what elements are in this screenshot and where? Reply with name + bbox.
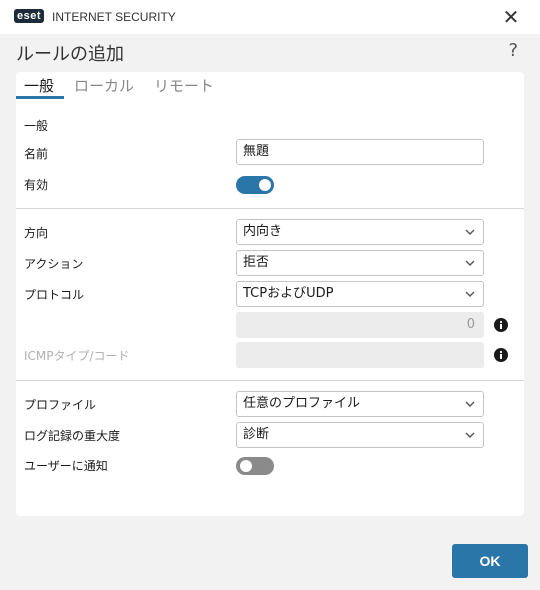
chevron-down-icon bbox=[465, 401, 475, 407]
toggle-knob bbox=[240, 460, 252, 472]
log-severity-value: 診断 bbox=[243, 427, 270, 442]
chevron-down-icon bbox=[465, 229, 475, 235]
chevron-down-icon bbox=[465, 291, 475, 297]
icmp-label: ICMPタイプ/コード bbox=[24, 349, 130, 363]
divider bbox=[16, 380, 524, 381]
active-tab-indicator bbox=[16, 96, 64, 99]
notify-user-label: ユーザーに通知 bbox=[24, 459, 108, 473]
ok-button[interactable]: OK bbox=[452, 544, 528, 578]
protocol-number-input: 0 bbox=[236, 312, 484, 338]
chevron-down-icon bbox=[465, 260, 475, 266]
enabled-toggle[interactable] bbox=[236, 176, 274, 194]
rule-panel: 一般 ローカル リモート 一般 名前 無題 有効 方向 内向き アクション 拒否… bbox=[16, 72, 524, 516]
action-label: アクション bbox=[24, 257, 84, 271]
protocol-value: TCPおよびUDP bbox=[243, 286, 334, 301]
help-icon[interactable]: ? bbox=[508, 40, 518, 61]
dialog-title: ルールの追加 bbox=[16, 44, 124, 65]
notify-user-toggle[interactable] bbox=[236, 457, 274, 475]
divider bbox=[16, 208, 524, 209]
profile-label: プロファイル bbox=[24, 398, 97, 412]
chevron-down-icon bbox=[465, 432, 475, 438]
title-bar: eset INTERNET SECURITY ✕ bbox=[0, 0, 540, 34]
log-severity-label: ログ記録の重大度 bbox=[24, 429, 121, 443]
enabled-label: 有効 bbox=[24, 178, 49, 192]
direction-value: 内向き bbox=[243, 224, 283, 239]
protocol-select[interactable]: TCPおよびUDP bbox=[236, 281, 484, 307]
action-select[interactable]: 拒否 bbox=[236, 250, 484, 276]
protocol-label: プロトコル bbox=[24, 288, 85, 302]
tab-local[interactable]: ローカル bbox=[74, 75, 134, 96]
info-icon[interactable] bbox=[494, 318, 508, 332]
tab-general[interactable]: 一般 bbox=[24, 75, 54, 96]
name-input[interactable]: 無題 bbox=[236, 139, 484, 165]
log-severity-select[interactable]: 診断 bbox=[236, 422, 484, 448]
name-label: 名前 bbox=[24, 147, 49, 161]
close-icon[interactable]: ✕ bbox=[500, 6, 522, 28]
profile-select[interactable]: 任意のプロファイル bbox=[236, 391, 484, 417]
direction-select[interactable]: 内向き bbox=[236, 219, 484, 245]
tab-remote[interactable]: リモート bbox=[154, 75, 214, 96]
icmp-input bbox=[236, 342, 484, 368]
direction-label: 方向 bbox=[24, 226, 49, 240]
eset-logo: eset bbox=[14, 9, 45, 23]
product-name: INTERNET SECURITY bbox=[52, 10, 176, 24]
info-icon[interactable] bbox=[494, 348, 508, 362]
action-value: 拒否 bbox=[243, 255, 270, 270]
section-title-general: 一般 bbox=[24, 119, 49, 133]
toggle-knob bbox=[259, 179, 271, 191]
profile-value: 任意のプロファイル bbox=[243, 396, 361, 411]
